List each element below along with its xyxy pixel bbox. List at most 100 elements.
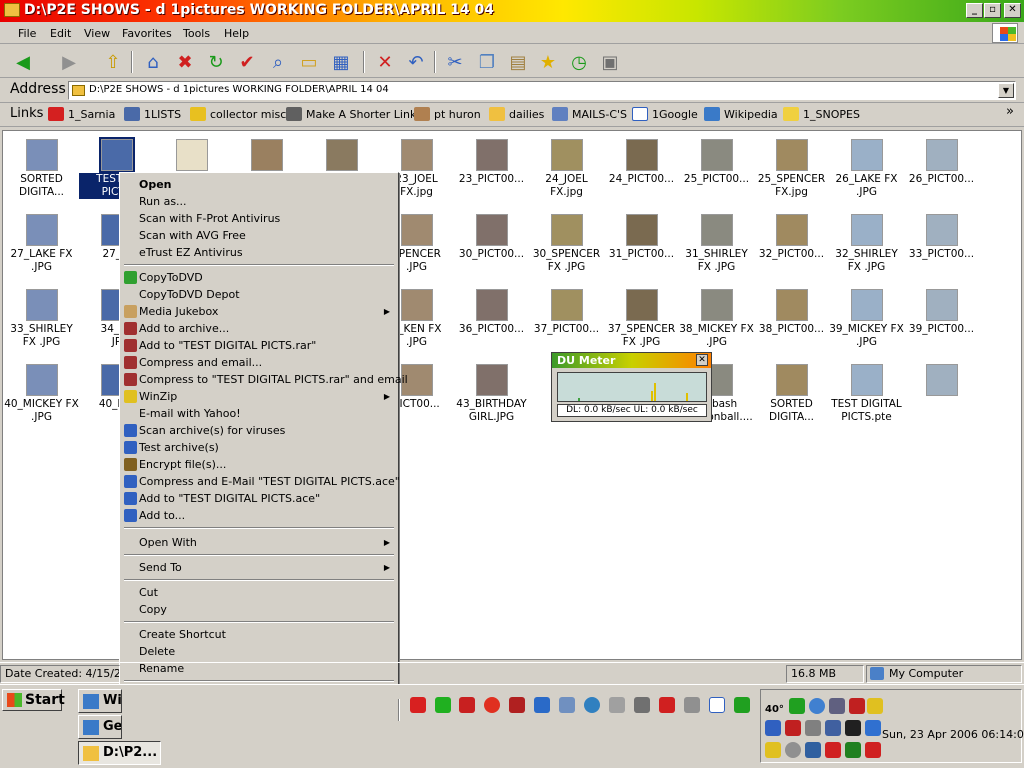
file-item[interactable]: 43_BIRTHDAY GIRL.JPG (454, 364, 529, 424)
link-1-sarnia[interactable]: 1_Sarnia (48, 107, 115, 121)
menu-edit[interactable]: Edit (50, 27, 71, 40)
apple-icon[interactable] (410, 697, 426, 713)
warning-icon[interactable] (867, 698, 883, 714)
network-tray-icon[interactable] (825, 720, 841, 736)
link-1-snopes[interactable]: 1_SNOPES (783, 107, 860, 121)
menu-file[interactable]: File (18, 27, 36, 40)
link-make-shorter[interactable]: Make A Shorter Link (286, 107, 416, 121)
taskbar-button-active[interactable]: D:\P2... (78, 741, 161, 765)
context-menu-item[interactable]: Scan archive(s) for viruses (122, 422, 396, 439)
link-collector-misc[interactable]: collector misc (190, 107, 286, 121)
links-chevron[interactable]: » (1006, 104, 1014, 119)
context-menu-item[interactable]: Scan with F-Prot Antivirus (122, 210, 396, 227)
taskbar-button[interactable]: Ge (78, 715, 122, 739)
red-app-icon[interactable] (459, 697, 475, 713)
add-icon[interactable] (734, 697, 750, 713)
undo-icon[interactable]: ↶ (403, 49, 429, 75)
context-menu-item[interactable]: Send To ▶ (122, 559, 396, 576)
delete-icon[interactable]: ✕ (372, 49, 398, 75)
checklist-icon[interactable]: ✔ (234, 49, 260, 75)
link-wikipedia[interactable]: Wikipedia (704, 107, 778, 121)
menu-view[interactable]: View (84, 27, 110, 40)
file-item[interactable] (304, 139, 379, 173)
context-menu-item[interactable]: CopyToDVD (122, 269, 396, 286)
file-item[interactable]: 27_LAKE FX .JPG (4, 214, 79, 274)
file-item[interactable]: 25_PICT00... (679, 139, 754, 186)
antivirus-icon[interactable] (849, 698, 865, 714)
globe-icon[interactable] (809, 698, 825, 714)
magnifier-icon[interactable] (634, 697, 650, 713)
monitor-icon[interactable] (829, 698, 845, 714)
cut-icon[interactable]: ✂ (442, 49, 468, 75)
context-menu-item[interactable]: eTrust EZ Antivirus (122, 244, 396, 261)
context-menu-item[interactable]: Create Shortcut (122, 626, 396, 643)
security-icon[interactable] (805, 742, 821, 758)
refresh-icon[interactable]: ↻ (203, 49, 229, 75)
context-menu-item[interactable]: Cut (122, 584, 396, 601)
file-item[interactable] (229, 139, 304, 173)
du-meter-window[interactable]: DU Meter ✕ DL: 0.0 kB/sec UL: 0.0 kB/sec (551, 352, 712, 422)
search-icon[interactable]: ⌕ (265, 49, 291, 75)
address-dropdown-icon[interactable]: ▼ (998, 83, 1014, 98)
green-app-icon[interactable] (435, 697, 451, 713)
av-icon[interactable] (765, 742, 781, 758)
start-button[interactable]: Start (2, 689, 65, 711)
title-bar[interactable]: D:\P2E SHOWS - d 1pictures WORKING FOLDE… (0, 0, 1024, 22)
restore-button[interactable]: ▫ (984, 3, 1001, 18)
file-item[interactable]: 33_PICT00... (904, 214, 979, 261)
home-icon[interactable]: ⌂ (140, 49, 166, 75)
context-menu-item[interactable]: Run as... (122, 193, 396, 210)
green-tray-icon[interactable] (789, 698, 805, 714)
context-menu-item[interactable]: WinZip ▶ (122, 388, 396, 405)
speaker-icon[interactable] (805, 720, 821, 736)
file-item[interactable] (904, 364, 979, 398)
context-menu-item[interactable]: Encrypt file(s)... (122, 456, 396, 473)
file-item[interactable]: 24_JOEL FX.jpg (529, 139, 604, 199)
link-dailies[interactable]: dailies (489, 107, 544, 121)
file-item[interactable]: 25_SPENCER FX.jpg (754, 139, 829, 199)
file-item[interactable]: 37_SPENCER FX .JPG (604, 289, 679, 349)
update-icon[interactable] (845, 742, 861, 758)
file-item[interactable] (154, 139, 229, 173)
file-item[interactable]: 39_MICKEY FX .JPG (829, 289, 904, 349)
arrows-icon[interactable] (865, 742, 881, 758)
file-item[interactable]: 30_SPENCER FX .JPG (529, 214, 604, 274)
link-mails[interactable]: MAILS-C'S (552, 107, 627, 121)
camera-icon[interactable]: ▣ (597, 49, 623, 75)
favorites-star-icon[interactable]: ★ (535, 49, 561, 75)
printer-icon[interactable] (684, 697, 700, 713)
file-item[interactable]: 23_PICT00... (454, 139, 529, 186)
history-icon[interactable]: ◷ (566, 49, 592, 75)
address-input[interactable]: D:\P2E SHOWS - d 1pictures WORKING FOLDE… (68, 81, 1016, 100)
paste-icon[interactable]: ▤ (505, 49, 531, 75)
file-item[interactable]: 38_PICT00... (754, 289, 829, 336)
shield-icon[interactable] (825, 742, 841, 758)
cat-icon[interactable] (845, 720, 861, 736)
context-menu-item[interactable]: Copy (122, 601, 396, 618)
folders-icon[interactable]: ▭ (296, 49, 322, 75)
link-1google[interactable]: 1Google (632, 107, 698, 121)
context-menu-item[interactable]: Scan with AVG Free (122, 227, 396, 244)
taskbar-button[interactable]: Wi (78, 689, 122, 713)
calendar-icon[interactable] (865, 720, 881, 736)
context-menu-item[interactable]: Compress and email... (122, 354, 396, 371)
up-folder-icon[interactable]: ⇧ (100, 49, 126, 75)
context-menu-item[interactable]: Open (122, 176, 396, 193)
link-pt-huron[interactable]: pt huron (414, 107, 481, 121)
file-item[interactable]: 24_PICT00... (604, 139, 679, 186)
plus-icon[interactable] (659, 697, 675, 713)
clock[interactable]: Sun, 23 Apr 2006 06:14:08 (882, 728, 1024, 741)
context-menu-item[interactable]: Add to... (122, 507, 396, 524)
file-item[interactable]: 36_PICT00... (454, 289, 529, 336)
context-menu-item[interactable]: Test archive(s) (122, 439, 396, 456)
file-item[interactable]: 26_LAKE FX .JPG (829, 139, 904, 199)
file-item[interactable]: 31_SHIRLEY FX .JPG (679, 214, 754, 274)
disk-icon[interactable] (785, 742, 801, 758)
du-meter-titlebar[interactable]: DU Meter ✕ (552, 353, 711, 368)
home-icon[interactable] (509, 697, 525, 713)
google-icon[interactable] (709, 697, 725, 713)
media-player-icon[interactable] (584, 697, 600, 713)
close-button[interactable]: ✕ (1004, 3, 1021, 18)
forward-icon[interactable]: ▶ (56, 49, 82, 75)
menu-tools[interactable]: Tools (183, 27, 210, 40)
